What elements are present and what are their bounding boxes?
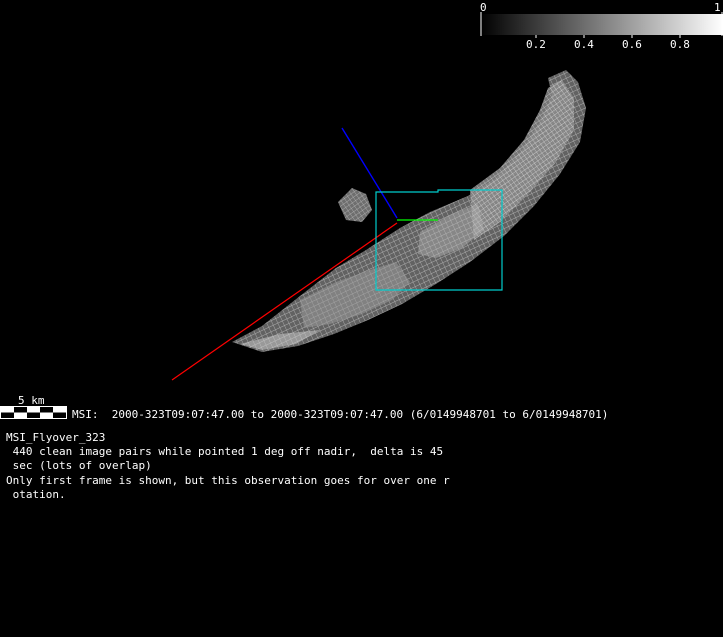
asteroid-surface-strip: [232, 70, 586, 352]
colorbar: 0 1 0.2 0.4 0.6 0.8: [480, 0, 723, 56]
colorbar-tick-label: 0.6: [622, 38, 642, 51]
msi-time-range: MSI: 2000-323T09:07:47.00 to 2000-323T09…: [72, 408, 609, 421]
colorbar-tick-label: 0.4: [574, 38, 594, 51]
scale-bar: 5 km: [0, 394, 70, 424]
scene-viewport[interactable]: [0, 0, 723, 637]
description-line: Only first frame is shown, but this obse…: [6, 474, 450, 487]
description-line: otation.: [6, 488, 66, 501]
observation-title: MSI_Flyover_323: [6, 431, 106, 444]
scale-checker: [0, 406, 67, 419]
scale-label: 5 km: [18, 394, 45, 407]
colorbar-max-label: 1: [714, 1, 721, 14]
description-line: sec (lots of overlap): [6, 459, 152, 472]
description-line: 440 clean image pairs while pointed 1 de…: [6, 445, 444, 458]
colorbar-min-label: 0: [480, 1, 487, 14]
colorbar-tick-label: 0.2: [526, 38, 546, 51]
colorbar-tick-label: 0.8: [670, 38, 690, 51]
